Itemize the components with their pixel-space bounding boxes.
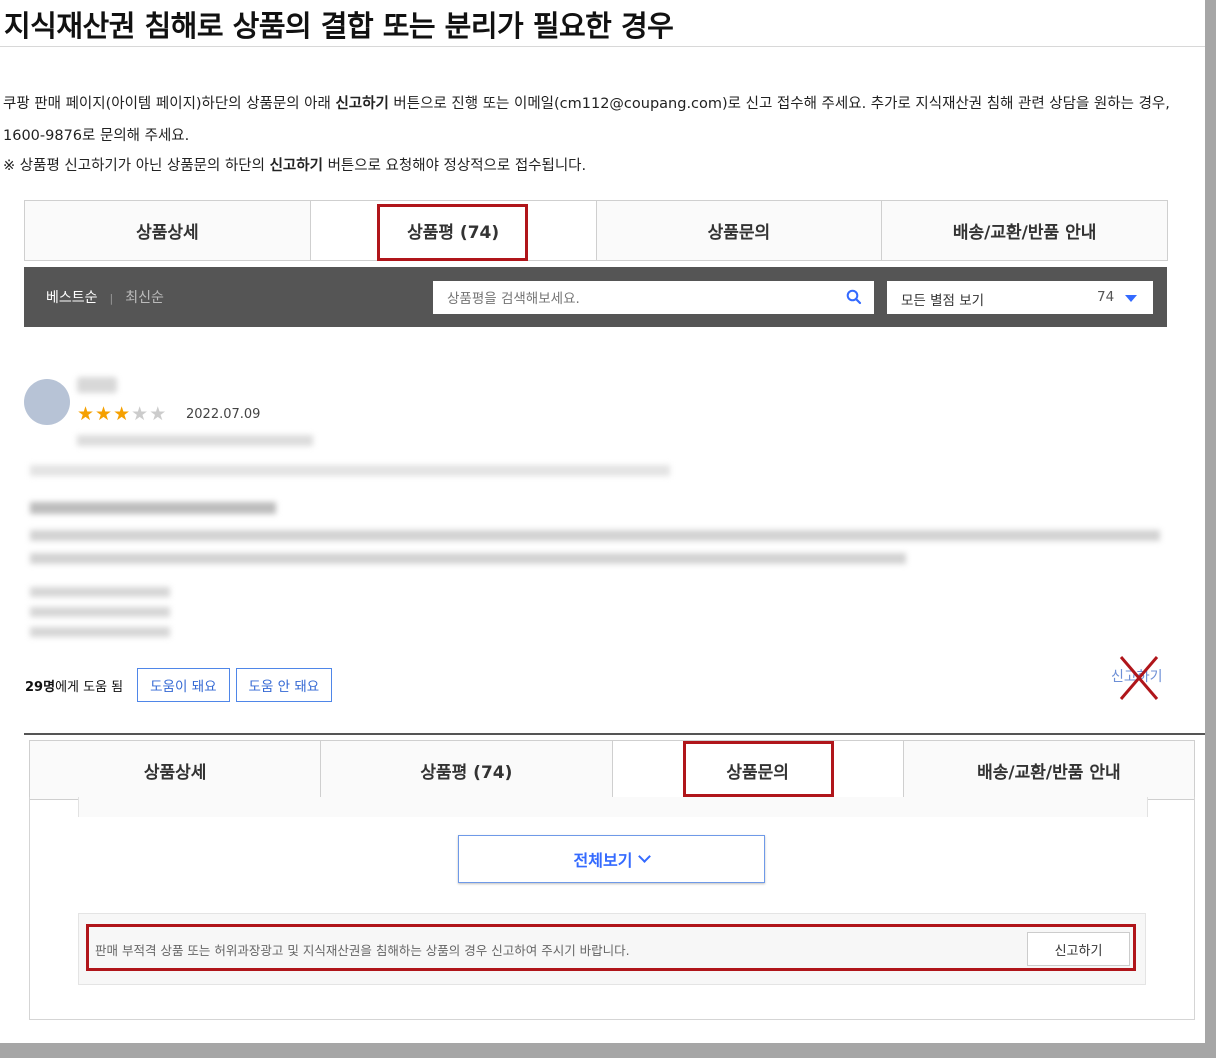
title-divider xyxy=(0,46,1205,47)
review-survey-blurred xyxy=(30,627,170,637)
tab-inquiry[interactable]: 상품문의 xyxy=(595,201,882,260)
rating-filter-count: 74 xyxy=(1097,289,1115,305)
cross-mark-icon xyxy=(1119,656,1159,700)
tab-product-detail[interactable]: 상품상세 xyxy=(30,741,321,799)
rating-filter-select[interactable]: 모든 별점 보기 74 xyxy=(887,281,1153,314)
review-toolbar: 베스트순 | 최신순 모든 별점 보기 74 xyxy=(24,267,1167,327)
page-title: 지식재산권 침해로 상품의 결합 또는 분리가 필요한 경우 xyxy=(4,9,674,43)
star-rating: ★★★★★ xyxy=(77,403,167,425)
sort-best[interactable]: 베스트순 xyxy=(46,290,98,306)
product-tabs-bottom: 상품상세 상품평 (74) 상품문의 배송/교환/반품 안내 xyxy=(29,740,1195,800)
seller-name-blurred xyxy=(77,435,313,446)
reviewer-name-blurred xyxy=(77,377,117,393)
helpful-row: 29명 에게 도움 됨 도움이 돼요 도움 안 돼요 xyxy=(25,668,333,702)
option-text-blurred xyxy=(30,465,670,476)
star-empty-icon: ★ xyxy=(149,403,168,425)
sort-newest[interactable]: 최신순 xyxy=(125,290,164,306)
review-survey-blurred xyxy=(30,607,170,617)
review-body-line-blurred xyxy=(30,553,906,564)
inquiry-inner-strip xyxy=(78,797,1148,817)
view-all-button[interactable]: 전체보기 xyxy=(458,835,765,883)
sort-separator: | xyxy=(109,292,114,305)
review-screenshot: 상품상세 상품평 (74) 상품문의 배송/교환/반품 안내 베스트순 | 최신순 … xyxy=(0,185,1205,735)
search-icon[interactable] xyxy=(846,289,862,305)
view-all-label: 전체보기 xyxy=(573,851,633,870)
star-filled-icon: ★ xyxy=(113,403,132,425)
instruction-report-keyword: 신고하기 xyxy=(335,96,389,112)
helpful-suffix: 에게 도움 됨 xyxy=(55,679,124,695)
highlight-inquiry-tab xyxy=(683,741,834,797)
product-tabs-top: 상품상세 상품평 (74) 상품문의 배송/교환/반품 안내 xyxy=(24,200,1168,261)
instruction-note: ※ 상품평 신고하기가 아닌 상품문의 하단의 신고하기 버튼으로 요청해야 정… xyxy=(3,152,586,180)
inquiry-panel: 전체보기 판매 부적격 상품 또는 허위과장광고 및 지식재산권을 침해하는 상… xyxy=(29,797,1195,1020)
note-report-keyword: 신고하기 xyxy=(269,158,323,174)
tab-shipping-info[interactable]: 배송/교환/반품 안내 xyxy=(902,741,1194,799)
sort-options: 베스트순 | 최신순 xyxy=(46,287,164,307)
tab-product-detail[interactable]: 상품상세 xyxy=(25,201,310,260)
note-text: ※ 상품평 신고하기가 아닌 상품문의 하단의 xyxy=(3,158,270,174)
tab-reviews[interactable]: 상품평 (74) xyxy=(320,741,612,799)
review-survey-blurred xyxy=(30,587,170,597)
chevron-down-icon xyxy=(638,850,652,863)
note-text-rest: 버튼으로 요청해야 정상적으로 접수됩니다. xyxy=(322,158,587,174)
instruction-text: 쿠팡 판매 페이지(아이템 페이지)하단의 상품문의 아래 xyxy=(3,96,336,112)
highlight-reviews-tab xyxy=(377,204,528,261)
review-search-box xyxy=(433,281,874,315)
avatar xyxy=(24,379,70,425)
helpful-no-button[interactable]: 도움 안 돼요 xyxy=(235,668,333,702)
review-headline-blurred xyxy=(30,502,276,514)
instruction-paragraph: 쿠팡 판매 페이지(아이템 페이지)하단의 상품문의 아래 신고하기 버튼으로 … xyxy=(3,88,1203,152)
review-date: 2022.07.09 xyxy=(186,407,261,422)
tab-shipping-info[interactable]: 배송/교환/반품 안내 xyxy=(881,201,1167,260)
rating-filter-label: 모든 별점 보기 xyxy=(901,293,985,309)
highlight-notice-bar xyxy=(86,924,1136,971)
guide-page: 지식재산권 침해로 상품의 결합 또는 분리가 필요한 경우 쿠팡 판매 페이지… xyxy=(0,0,1205,1043)
star-filled-icon: ★ xyxy=(77,403,96,425)
review-body-line-blurred xyxy=(30,530,1160,541)
caret-down-icon xyxy=(1125,295,1137,302)
review-search-input[interactable] xyxy=(445,282,839,315)
screenshot-divider xyxy=(24,733,1205,735)
star-empty-icon: ★ xyxy=(131,403,150,425)
helpful-count: 29명 xyxy=(25,679,56,695)
helpful-yes-button[interactable]: 도움이 돼요 xyxy=(137,668,230,702)
review-item: ★★★★★ 2022.07.09 xyxy=(24,375,1174,675)
star-filled-icon: ★ xyxy=(95,403,114,425)
